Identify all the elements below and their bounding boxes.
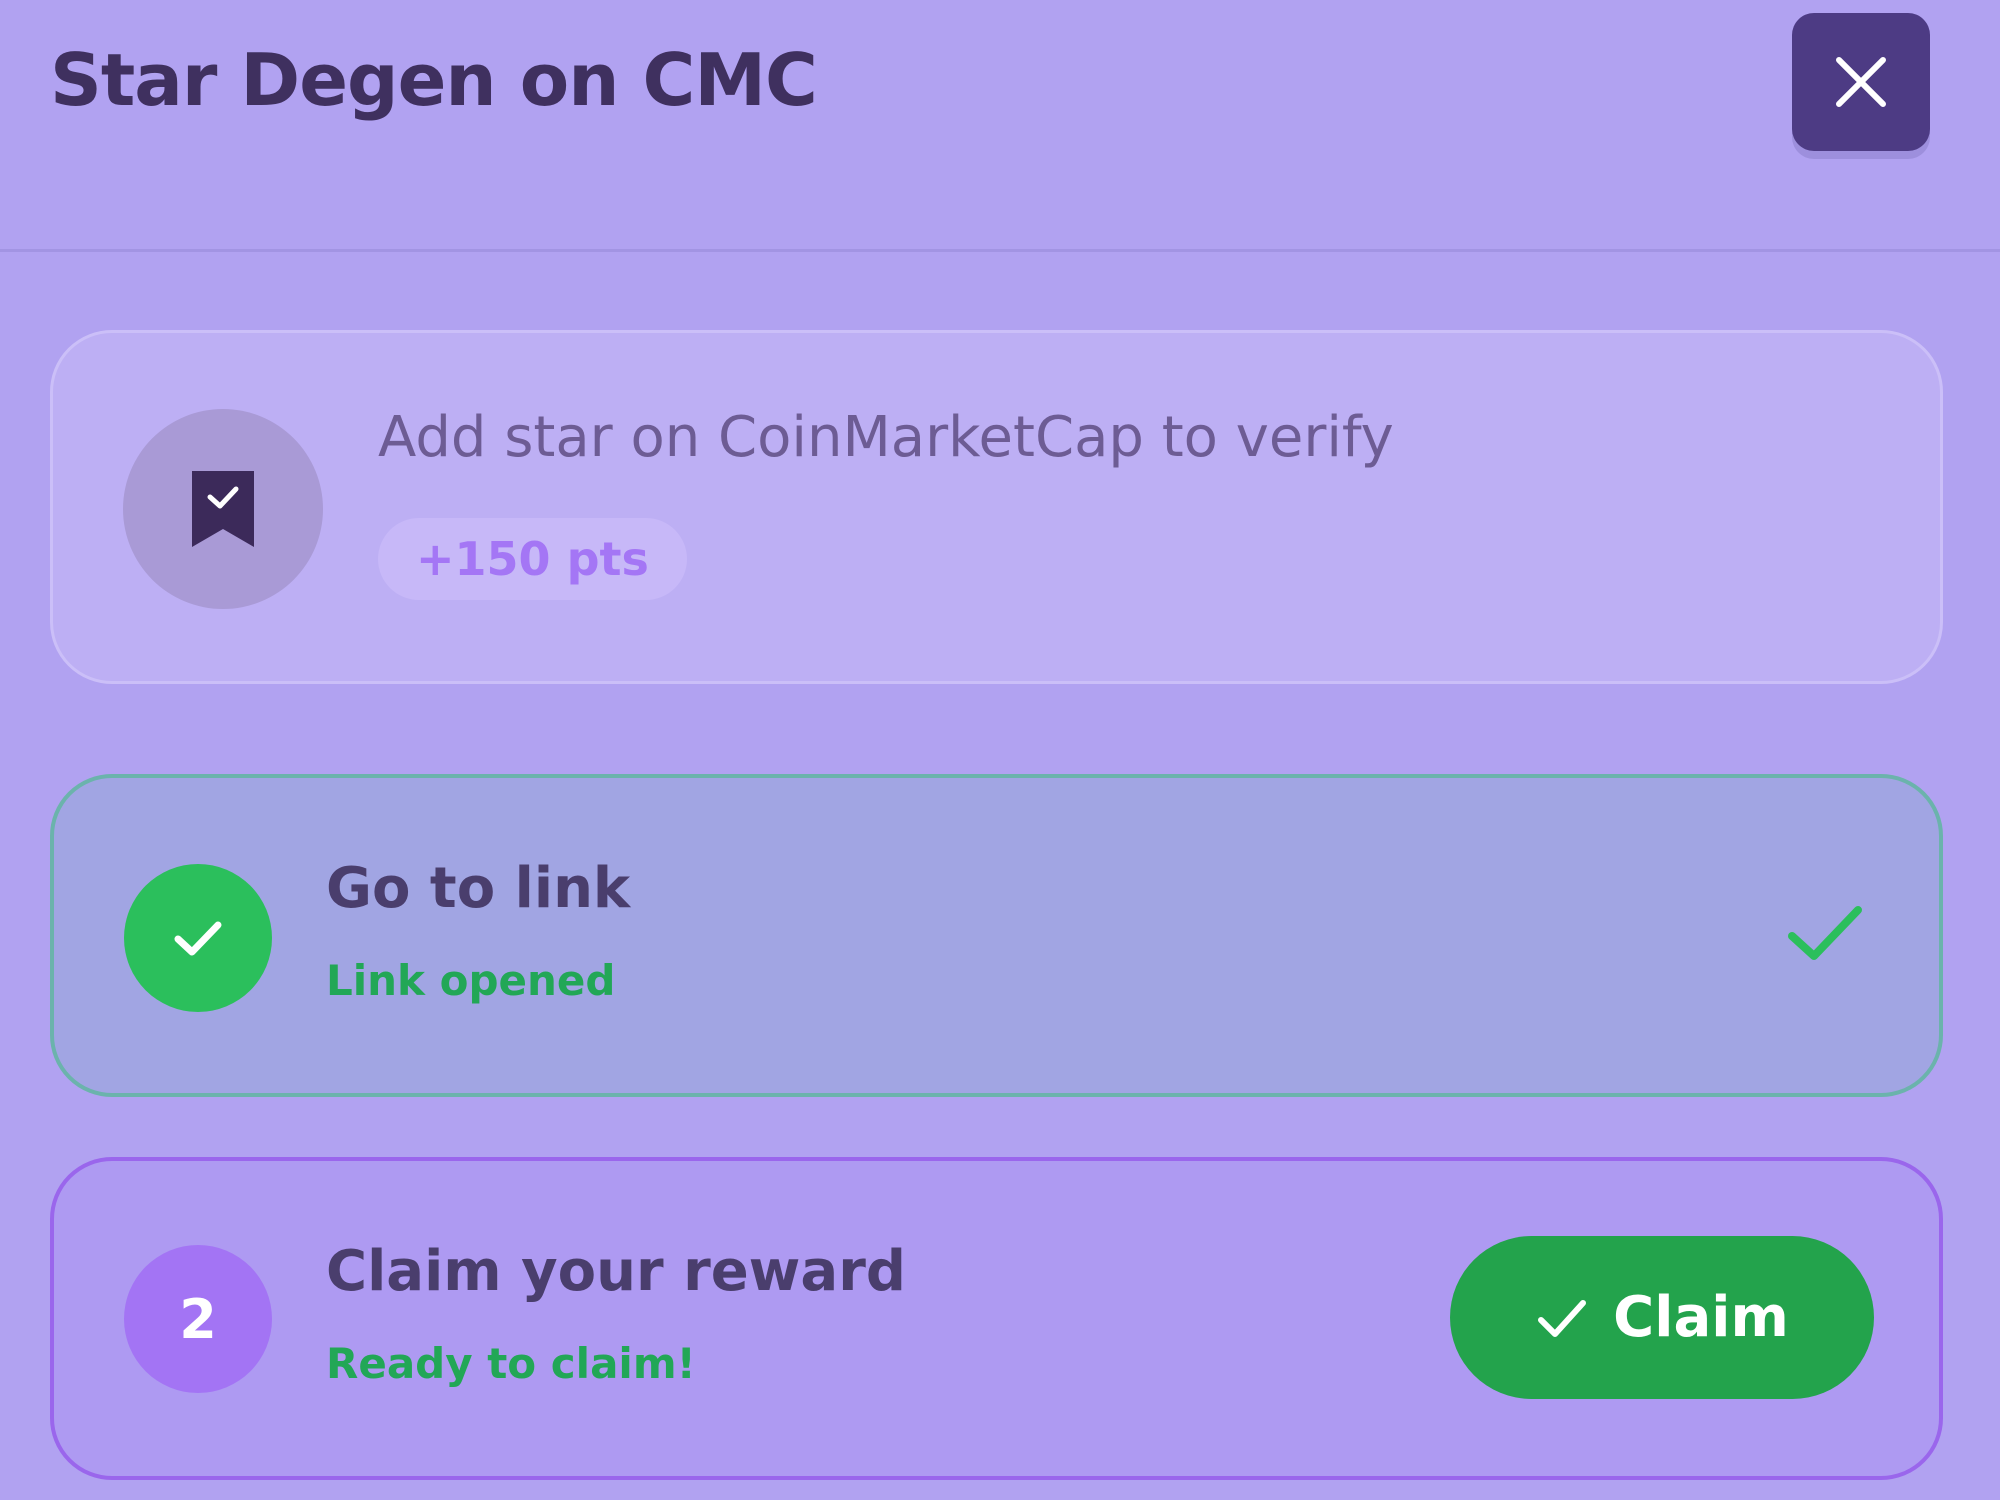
- task-icon-badge: [123, 409, 323, 609]
- step-status-done: [124, 864, 272, 1012]
- check-icon: [174, 921, 222, 956]
- task-card: Add star on CoinMarketCap to verify +150…: [50, 330, 1943, 684]
- step-claim-reward: 2 Claim your reward Ready to claim! Clai…: [50, 1157, 1943, 1480]
- claim-button-label: Claim: [1613, 1285, 1789, 1350]
- step-title: Claim your reward: [326, 1239, 906, 1304]
- close-icon: [1836, 57, 1886, 107]
- step-title: Go to link: [326, 856, 631, 921]
- task-modal: Star Degen on CMC Add star on CoinMarket…: [0, 0, 2000, 1500]
- check-icon: [1538, 1299, 1587, 1337]
- points-badge: +150 pts: [378, 518, 687, 600]
- check-icon: [1788, 906, 1862, 960]
- step-number: 2: [124, 1245, 272, 1393]
- task-title: Add star on CoinMarketCap to verify: [378, 405, 1394, 470]
- step-go-to-link[interactable]: Go to link Link opened: [50, 774, 1943, 1097]
- bookmark-check-icon: [192, 471, 254, 547]
- step-subtitle: Link opened: [326, 956, 616, 1005]
- close-button[interactable]: [1792, 13, 1930, 151]
- modal-header: Star Degen on CMC: [0, 0, 2000, 252]
- step-subtitle: Ready to claim!: [326, 1339, 696, 1388]
- modal-title: Star Degen on CMC: [50, 38, 818, 122]
- claim-button[interactable]: Claim: [1450, 1236, 1874, 1399]
